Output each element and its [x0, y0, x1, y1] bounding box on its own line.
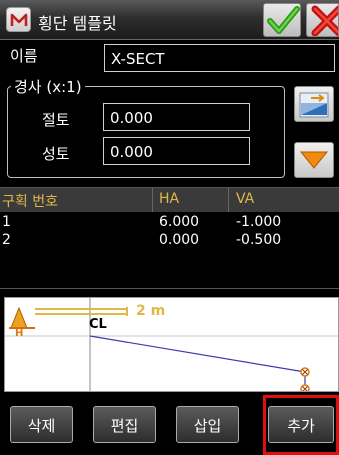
preview-canvas	[5, 298, 338, 394]
swap-slope-icon	[299, 92, 329, 118]
title-bar: 횡단 템플릿	[0, 0, 339, 40]
height-marker-icon	[9, 306, 35, 329]
cl-label: CL	[89, 317, 107, 332]
section-point	[300, 384, 310, 394]
delete-button[interactable]: 삭제	[10, 406, 73, 443]
edit-button[interactable]: 편집	[93, 406, 156, 443]
cut-slope-input[interactable]: 0.000	[103, 103, 250, 131]
column-divider	[152, 188, 153, 212]
table-header: 구획 번호 HA VA	[0, 188, 339, 212]
scale-label: 2 m	[136, 303, 166, 319]
name-input[interactable]: X-SECT	[104, 44, 335, 72]
close-button[interactable]	[306, 3, 339, 37]
col-ha[interactable]: HA	[159, 191, 179, 207]
green-check-icon	[267, 6, 300, 34]
col-va[interactable]: VA	[236, 191, 254, 207]
window-title: 횡단 템플릿	[38, 14, 117, 33]
fill-slope-input[interactable]: 0.000	[103, 137, 250, 165]
orange-down-triangle-icon	[299, 151, 329, 169]
cross-section-preview[interactable]: 2 m CL H	[4, 297, 339, 394]
slope-legend: 경사 (x:1)	[11, 76, 85, 97]
red-x-icon	[311, 5, 338, 36]
col-section-number[interactable]: 구획 번호	[2, 191, 58, 211]
scale-bar	[35, 307, 128, 316]
fill-label: 성토	[42, 145, 70, 163]
row-ha: 6.000	[159, 214, 200, 230]
row-va: -1.000	[236, 214, 282, 230]
row-number: 2	[2, 232, 11, 248]
ok-button[interactable]	[263, 3, 301, 37]
section-line	[89, 335, 306, 373]
cut-label: 절토	[42, 111, 70, 129]
name-label: 이름	[10, 47, 38, 65]
row-number: 1	[2, 214, 11, 230]
insert-button[interactable]: 삽입	[176, 406, 239, 443]
swap-slope-button[interactable]	[294, 86, 334, 122]
m-app-icon[interactable]	[6, 7, 31, 32]
column-divider	[228, 188, 229, 212]
row-ha: 0.000	[159, 232, 200, 248]
h-label: H	[15, 328, 24, 339]
section-table[interactable]: 구획 번호 HA VA 1 6.000 -1.000 2 0.000 -0.50…	[0, 187, 339, 289]
slope-dropdown-button[interactable]	[294, 142, 334, 178]
add-button-highlight	[263, 395, 339, 455]
section-point	[300, 367, 310, 377]
row-va: -0.500	[236, 232, 282, 248]
